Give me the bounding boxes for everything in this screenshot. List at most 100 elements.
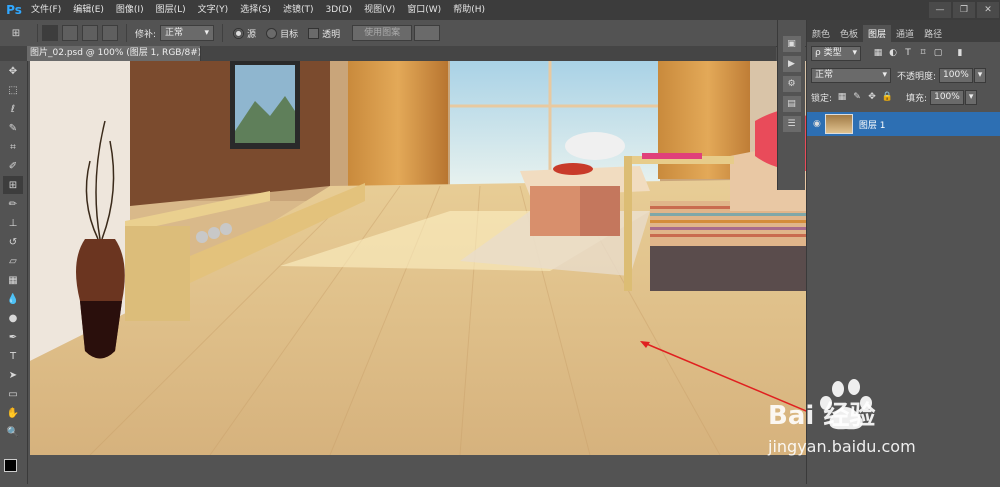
quick-select-tool-icon[interactable]: ✎: [3, 119, 23, 137]
gradient-tool-icon[interactable]: ▦: [3, 271, 23, 289]
menu-edit[interactable]: 编辑(E): [67, 0, 110, 20]
eraser-tool-icon[interactable]: ▱: [3, 252, 23, 270]
layer-name: 图层 1: [858, 120, 886, 131]
subtract-selection-icon[interactable]: [82, 25, 98, 41]
menu-filter[interactable]: 滤镜(T): [277, 0, 320, 20]
lock-label: 锁定:: [811, 93, 833, 104]
layer-row[interactable]: ◉ 图层 1: [807, 112, 1000, 136]
path-select-tool-icon[interactable]: ➤: [3, 366, 23, 384]
menu-image[interactable]: 图像(I): [110, 0, 150, 20]
menu-3d[interactable]: 3D(D): [319, 0, 358, 20]
photoshop-logo: Ps: [6, 3, 22, 17]
blend-mode-value: 正常: [815, 69, 834, 80]
tab-channels[interactable]: 通道: [891, 25, 919, 42]
shape-filter-icon[interactable]: ⌑: [918, 48, 928, 58]
smart-object-filter-icon[interactable]: ▢: [933, 48, 943, 58]
shape-tool-icon[interactable]: ▭: [3, 385, 23, 403]
opacity-slider-button[interactable]: ▾: [973, 67, 987, 83]
filter-kind-value: ρ 类型: [815, 47, 842, 58]
watermark-url: jingyan.baidu.com: [768, 437, 916, 456]
fill-input[interactable]: 100%: [930, 89, 964, 105]
layer-filter-row: ρ 类型 ▾ ▦ ◐ T ⌑ ▢ ▮: [807, 42, 1000, 64]
marquee-tool-icon[interactable]: ⬚: [3, 81, 23, 99]
blur-tool-icon[interactable]: 💧: [3, 290, 23, 308]
destination-radio[interactable]: [266, 27, 278, 39]
tab-color[interactable]: 颜色: [807, 25, 835, 42]
type-filter-icon[interactable]: T: [903, 48, 913, 58]
adjustments-icon[interactable]: ⚙: [782, 76, 801, 92]
window-controls: — ❐ ✕: [928, 0, 1000, 20]
type-tool-icon[interactable]: T: [3, 347, 23, 365]
intersect-selection-icon[interactable]: [102, 25, 118, 41]
blend-row: 正常 ▾ 不透明度: 100% ▾: [807, 64, 1000, 86]
history-panel-icon[interactable]: ▣: [782, 36, 801, 52]
layer-thumbnail: [824, 114, 853, 134]
hand-tool-icon[interactable]: ✋: [3, 404, 23, 422]
patch-tool-icon[interactable]: ⊞: [3, 176, 23, 194]
pattern-picker[interactable]: [414, 25, 441, 41]
living-room-photo: [30, 61, 806, 455]
chevron-down-icon: ▾: [852, 47, 857, 58]
pixel-filter-icon[interactable]: ▦: [873, 48, 883, 58]
tab-swatches[interactable]: 色板: [835, 25, 863, 42]
tab-layers[interactable]: 图层: [863, 25, 892, 42]
layer-kind-filter[interactable]: ρ 类型 ▾: [811, 45, 861, 61]
divider: [126, 24, 127, 42]
menu-layer[interactable]: 图层(L): [150, 0, 192, 20]
opacity-input[interactable]: 100%: [939, 67, 973, 83]
zoom-tool-icon[interactable]: 🔍: [3, 423, 23, 441]
use-pattern-button[interactable]: 使用图案: [352, 25, 413, 41]
brush-tool-icon[interactable]: ✏: [3, 195, 23, 213]
chevron-down-icon: ▾: [882, 69, 887, 80]
menu-view[interactable]: 视图(V): [358, 0, 401, 20]
menu-file[interactable]: 文件(F): [25, 0, 67, 20]
properties-icon[interactable]: ▤: [782, 96, 801, 112]
patch-mode-select[interactable]: 正常 ▾: [160, 25, 215, 41]
pen-tool-icon[interactable]: ✒: [3, 328, 23, 346]
lock-transparent-icon[interactable]: ▦: [837, 92, 847, 102]
new-selection-icon[interactable]: [42, 25, 58, 41]
dodge-tool-icon[interactable]: ●: [3, 309, 23, 327]
patch-mode-value: 正常: [165, 28, 184, 38]
add-selection-icon[interactable]: [62, 25, 78, 41]
adjustment-filter-icon[interactable]: ◐: [888, 48, 898, 58]
source-radio[interactable]: [233, 27, 245, 39]
history-brush-tool-icon[interactable]: ↺: [3, 233, 23, 251]
transparent-label: 透明: [322, 29, 341, 40]
maximize-button[interactable]: ❐: [953, 2, 975, 18]
lock-position-icon[interactable]: ✥: [867, 92, 877, 102]
divider: [37, 24, 38, 42]
patch-label: 修补:: [135, 29, 157, 40]
source-label: 源: [247, 29, 257, 40]
crop-tool-icon[interactable]: ⌗: [3, 138, 23, 156]
filter-toggle-icon[interactable]: ▮: [955, 48, 965, 58]
menu-select[interactable]: 选择(S): [234, 0, 277, 20]
destination-label: 目标: [280, 29, 299, 40]
menu-type[interactable]: 文字(Y): [192, 0, 235, 20]
paragraph-icon[interactable]: ☰: [782, 116, 801, 132]
clone-stamp-tool-icon[interactable]: ⊥: [3, 214, 23, 232]
patch-tool-preset-icon[interactable]: ⊞: [6, 24, 26, 42]
document-tab[interactable]: 图片_02.psd @ 100% (图层 1, RGB/8#) * ×: [27, 46, 201, 61]
move-tool-icon[interactable]: ✥: [3, 62, 23, 80]
actions-play-icon[interactable]: ▶: [782, 56, 801, 72]
lasso-tool-icon[interactable]: ℓ: [3, 100, 23, 118]
minimize-button[interactable]: —: [929, 2, 951, 18]
foreground-color-swatch[interactable]: [4, 459, 17, 472]
menu-window[interactable]: 窗口(W): [401, 0, 447, 20]
document-canvas[interactable]: [30, 61, 806, 455]
watermark-brand: Bai 经验: [768, 401, 876, 431]
tab-paths[interactable]: 路径: [919, 25, 947, 42]
menu-help[interactable]: 帮助(H): [447, 0, 491, 20]
lock-row: 锁定: ▦ ✎ ✥ 🔒 填充: 100% ▾: [807, 86, 1000, 108]
lock-all-icon[interactable]: 🔒: [881, 92, 892, 102]
close-button[interactable]: ✕: [977, 2, 999, 18]
menu-bar: Ps 文件(F) 编辑(E) 图像(I) 图层(L) 文字(Y) 选择(S) 滤…: [0, 0, 1000, 20]
eyedropper-tool-icon[interactable]: ✐: [3, 157, 23, 175]
fill-label: 填充:: [906, 93, 928, 104]
fill-slider-button[interactable]: ▾: [964, 89, 978, 105]
transparent-checkbox[interactable]: [308, 27, 320, 39]
blend-mode-select[interactable]: 正常 ▾: [811, 67, 891, 83]
visibility-eye-icon[interactable]: ◉: [813, 119, 821, 129]
lock-pixels-icon[interactable]: ✎: [852, 92, 862, 102]
